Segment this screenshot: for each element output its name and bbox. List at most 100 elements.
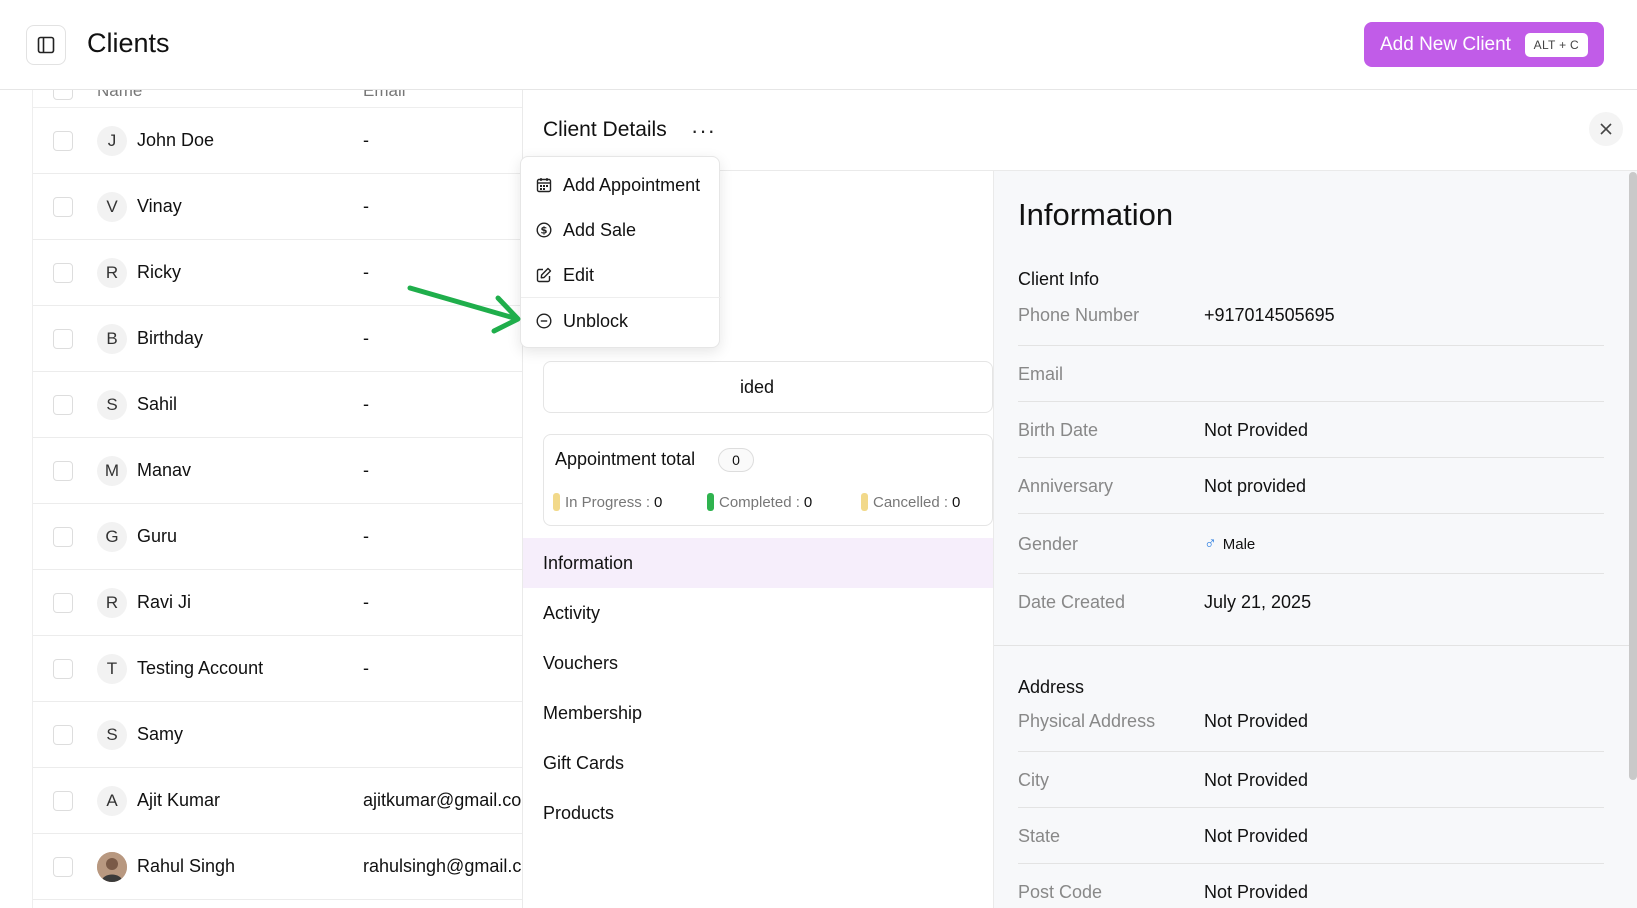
row-checkbox[interactable] (53, 460, 73, 481)
nav-activity[interactable]: Activity (523, 588, 993, 638)
field-post-code: Post Code Not Provided (1018, 864, 1604, 908)
field-label: Post Code (1018, 882, 1103, 902)
completed-value: 0 (803, 493, 813, 511)
field-label: Email (1018, 364, 1064, 384)
nav-products[interactable]: Products (523, 788, 993, 838)
shortcut-badge: ALT + C (1524, 32, 1588, 57)
field-state: State Not Provided (1018, 808, 1604, 864)
field-birth-date: Birth Date Not Provided (1018, 402, 1604, 458)
table-row[interactable]: Rahul Singh rahulsingh@gmail.c (33, 834, 522, 900)
client-list: Name Email J John Doe - V Vinay - R Rick… (32, 90, 522, 908)
scrollbar[interactable] (1629, 172, 1637, 780)
client-name: Guru (137, 526, 178, 546)
table-row[interactable]: M Manav - (33, 438, 522, 504)
row-checkbox[interactable] (53, 262, 73, 283)
table-row[interactable]: A Ajit Kumar ajitkumar@gmail.co (33, 768, 522, 834)
client-email: rahulsingh@gmail.c (363, 856, 522, 876)
menu-item-unblock[interactable]: Unblock (521, 299, 721, 343)
field-value: Not provided (1204, 476, 1307, 496)
menu-separator (521, 297, 721, 298)
client-email: ajitkumar@gmail.co (363, 790, 522, 810)
client-name: Vinay (137, 196, 182, 216)
row-checkbox[interactable] (53, 856, 73, 877)
appointment-total-label: Appointment total (555, 449, 696, 469)
appointment-total-badge: 0 (718, 448, 754, 472)
cancelled-label: Cancelled : (873, 493, 949, 511)
field-date-created: Date Created July 21, 2025 (1018, 574, 1604, 632)
client-name: Testing Account (137, 658, 264, 678)
nav-information[interactable]: Information (523, 538, 993, 588)
section-divider (994, 645, 1637, 646)
table-row[interactable]: V Vinay - (33, 174, 522, 240)
address-title: Address (1018, 677, 1085, 697)
field-value: Not Provided (1204, 420, 1309, 440)
field-value: Male (1222, 535, 1256, 553)
table-row[interactable]: G Guru - (33, 504, 522, 570)
client-name: Ricky (137, 262, 181, 282)
edit-icon (536, 267, 552, 283)
sidebar-icon (37, 36, 55, 54)
row-checkbox[interactable] (53, 658, 73, 679)
page-title: Clients (87, 28, 170, 58)
client-email: - (363, 460, 369, 480)
column-header-email: Email (363, 90, 406, 100)
table-row[interactable]: J John Doe - (33, 108, 522, 174)
male-icon: ♂ (1204, 534, 1217, 553)
avatar: S (97, 719, 127, 750)
column-header-name: Name (97, 90, 143, 100)
more-options-icon[interactable]: ··· (691, 118, 716, 144)
menu-item-label: Edit (563, 264, 595, 285)
list-header: Name Email (33, 90, 522, 108)
client-email: - (363, 262, 369, 282)
details-nav: Information Activity Vouchers Membership… (523, 538, 993, 838)
field-value: Not Provided (1204, 882, 1309, 902)
field-city: City Not Provided (1018, 752, 1604, 808)
in-progress-stat: In Progress : 0 (553, 493, 662, 511)
panel-title: Client Details (543, 118, 667, 141)
client-email: - (363, 328, 369, 348)
field-physical-address: Physical Address Not Provided (1018, 705, 1604, 752)
nav-gift-cards[interactable]: Gift Cards (523, 738, 993, 788)
menu-item-add-sale[interactable]: $ Add Sale (521, 208, 721, 252)
information-section: Information Client Info Phone Number +91… (993, 171, 1637, 908)
gender-value: ♂ Male (1204, 534, 1255, 554)
person-photo-icon (97, 851, 127, 882)
field-value: Not Provided (1204, 826, 1309, 846)
avatar: V (97, 191, 127, 222)
row-checkbox[interactable] (53, 394, 73, 415)
top-header: Clients Add New Client ALT + C (0, 0, 1637, 90)
table-row[interactable]: R Ravi Ji - (33, 570, 522, 636)
row-checkbox[interactable] (53, 724, 73, 745)
add-new-client-button[interactable]: Add New Client ALT + C (1364, 22, 1604, 67)
table-row[interactable]: S Sahil - (33, 372, 522, 438)
cancelled-stat: Cancelled : 0 (861, 493, 960, 511)
field-anniversary: Anniversary Not provided (1018, 458, 1604, 514)
row-checkbox[interactable] (53, 328, 73, 349)
table-row[interactable]: S Samy (33, 702, 522, 768)
table-row[interactable]: T Testing Account - (33, 636, 522, 702)
field-label: Phone Number (1018, 305, 1140, 325)
row-checkbox[interactable] (53, 130, 73, 151)
in-progress-indicator (553, 493, 560, 511)
client-actions-menu: Add Appointment $ Add Sale Edit Unblock (520, 156, 721, 348)
nav-membership[interactable]: Membership (523, 688, 993, 738)
row-checkbox[interactable] (53, 196, 73, 217)
avatar: R (97, 587, 127, 618)
avatar: M (97, 455, 127, 486)
menu-item-add-appointment[interactable]: Add Appointment (521, 163, 721, 207)
annotation-arrow-icon (407, 285, 521, 334)
calendar-icon (536, 178, 552, 193)
sidebar-toggle-button[interactable] (26, 25, 66, 65)
field-label: City (1018, 770, 1049, 790)
select-all-checkbox[interactable] (53, 90, 73, 100)
minus-circle-icon (536, 313, 552, 329)
menu-item-edit[interactable]: Edit (521, 253, 721, 297)
row-checkbox[interactable] (53, 592, 73, 613)
nav-vouchers[interactable]: Vouchers (523, 638, 993, 688)
avatar: T (97, 653, 127, 684)
row-checkbox[interactable] (53, 526, 73, 547)
row-checkbox[interactable] (53, 790, 73, 811)
close-button[interactable] (1589, 112, 1623, 146)
menu-item-label: Add Sale (563, 219, 637, 240)
cancelled-value: 0 (952, 493, 961, 511)
